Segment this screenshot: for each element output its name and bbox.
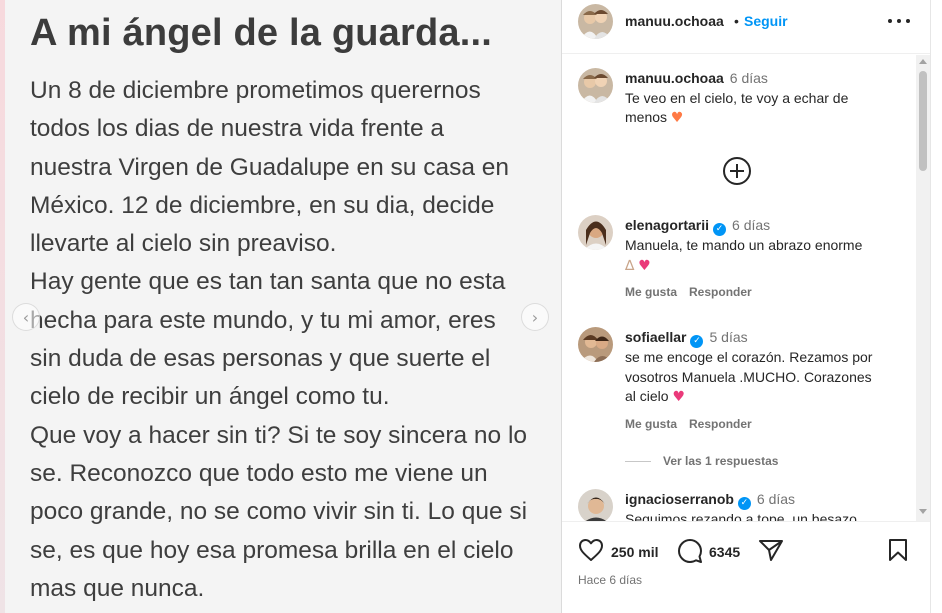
post-line: México. 12 de diciembre, en su dia, deci… [30, 191, 495, 219]
post-line: cielo de recibir un ángel como tu. [30, 383, 390, 411]
avatar-photo [578, 68, 613, 103]
post-line: Un 8 de diciembre prometimos querernos [30, 77, 481, 104]
caption-text: Te veo en el cielo, te voy a echar de [625, 89, 849, 106]
comments-list[interactable]: manuu.ochoaa 6 días Te veo en el cielo, t… [562, 55, 916, 521]
comment-time: 6 días [756, 491, 796, 507]
comment-icon[interactable] [677, 538, 703, 564]
praying-hands-icon: ∆ [625, 257, 635, 274]
like-count[interactable]: 250 mil [611, 544, 658, 560]
comment-username[interactable]: elenagortarii [625, 217, 709, 233]
avatar[interactable] [578, 489, 613, 521]
post-line: llevarte al cielo sin preaviso. [30, 230, 337, 258]
avatar[interactable] [578, 327, 613, 362]
caption-time: 6 días [729, 70, 768, 86]
reply-button[interactable]: Responder [689, 417, 752, 431]
load-more-comments-button[interactable] [723, 157, 751, 185]
heart-icon[interactable] [578, 538, 604, 562]
caption-body: manuu.ochoaa 6 días Te veo en el cielo, t… [625, 69, 905, 129]
avatar[interactable] [578, 68, 613, 103]
comment-body: ignacioserranob ✓ 6 días Seguimos rezando … [625, 490, 905, 521]
chevron-right-icon: › [531, 307, 539, 327]
post-line: Que voy a hacer sin ti? Si te soy sincer… [30, 421, 528, 449]
bookmark-icon[interactable] [887, 538, 909, 562]
post-image: A mi ángel de la guarda... Un 8 de dicie… [0, 0, 562, 613]
comment-text: al cielo [625, 388, 669, 404]
caption-username[interactable]: manuu.ochoaa [625, 70, 724, 86]
header-username[interactable]: manuu.ochoaa [625, 13, 724, 29]
post-line: todos los dias de nuestra vida frente a [30, 115, 445, 143]
previous-image-button[interactable]: ‹ [12, 303, 40, 331]
next-image-button[interactable]: › [521, 303, 549, 331]
like-comment-button[interactable]: Me gusta [625, 285, 677, 299]
avatar[interactable] [578, 215, 613, 250]
caption-text: menos [625, 109, 668, 125]
comment-text: vosotros Manuela .MUCHO. Corazones [625, 368, 872, 385]
post-line: Hay gente que es tan tan santa que no es… [30, 268, 506, 296]
post-line: hecha para este mundo, y tu mi amor, ere… [30, 306, 496, 334]
verified-badge-icon: ✓ [690, 335, 704, 348]
comment-text: Manuela, te mando un abrazo enorme [625, 237, 863, 253]
comment-body: elenagortarii ✓ 6 días Manuela, te mando u… [625, 216, 905, 276]
verified-badge-icon: ✓ [713, 223, 727, 236]
chevron-left-icon: ‹ [22, 307, 30, 327]
post-line: se. Reconozco que todo esto me viene un [30, 459, 488, 487]
post-date[interactable]: Hace 6 días [578, 573, 642, 587]
like-comment-button[interactable]: Me gusta [625, 417, 677, 431]
view-replies-button[interactable]: Ver las 1 respuestas [625, 454, 778, 468]
post-line: nuestra Virgen de Guadalupe en su casa e… [30, 153, 510, 181]
window-edge [930, 0, 942, 613]
comments-scrollbar[interactable] [916, 55, 930, 521]
comment-username[interactable]: ignacioserranob [625, 491, 734, 507]
post-title: A mi ángel de la guarda... [30, 12, 493, 54]
avatar[interactable] [578, 4, 613, 39]
post-details-panel: manuu.ochoaa • Seguir manuu.ochoaa 6 día… [562, 0, 930, 613]
post-header: manuu.ochoaa • Seguir [562, 0, 930, 54]
pink-heart-icon: ♥ [672, 389, 686, 405]
avatar-photo [578, 327, 613, 362]
orange-heart-icon: ♥ [670, 110, 684, 126]
comment-time: 5 días [709, 329, 748, 345]
post-line: mas que nunca. [30, 574, 205, 602]
scroll-up-arrow-icon[interactable] [919, 59, 927, 64]
more-options-button[interactable] [888, 12, 910, 30]
image-edge [0, 0, 5, 613]
share-icon[interactable] [758, 538, 784, 562]
more-horizontal-icon [888, 19, 892, 23]
comment-text: Seguimos rezando a tope, un besazo [625, 511, 857, 521]
more-dot [906, 19, 910, 23]
pink-heart-icon: ♥ [638, 257, 651, 274]
avatar-photo [578, 489, 613, 521]
follow-button[interactable]: Seguir [744, 13, 788, 29]
more-dot [897, 19, 901, 23]
post-line: sin duda de esas personas y que suerte e… [30, 345, 491, 373]
avatar-photo [578, 4, 613, 39]
comment-count[interactable]: 6345 [709, 544, 740, 560]
comment-username[interactable]: sofiaellar [625, 329, 686, 345]
comment-time: 6 días [732, 217, 771, 233]
scrollbar-thumb[interactable] [919, 71, 927, 171]
post-line: poco grande, no se como vivir sin ti. Lo… [30, 498, 528, 526]
comment-actions: Me gusta Responder [625, 285, 752, 299]
comment-actions: Me gusta Responder [625, 417, 752, 431]
post-actions-bar: 250 mil 6345 Hace 6 días [562, 521, 930, 613]
post-text: Un 8 de diciembre prometimos querernos t… [30, 72, 550, 608]
reply-button[interactable]: Responder [689, 285, 752, 299]
post-line: se, es que hoy esa promesa brilla en el … [30, 536, 514, 564]
comment-body: sofiaellar ✓ 5 días se me encoge el corazó… [625, 328, 905, 408]
scroll-down-arrow-icon[interactable] [919, 509, 927, 514]
comment-text: se me encoge el corazón. Rezamos por [625, 349, 873, 365]
avatar-photo [578, 215, 613, 250]
verified-badge-icon: ✓ [737, 497, 751, 510]
separator-dot: • [734, 13, 739, 29]
